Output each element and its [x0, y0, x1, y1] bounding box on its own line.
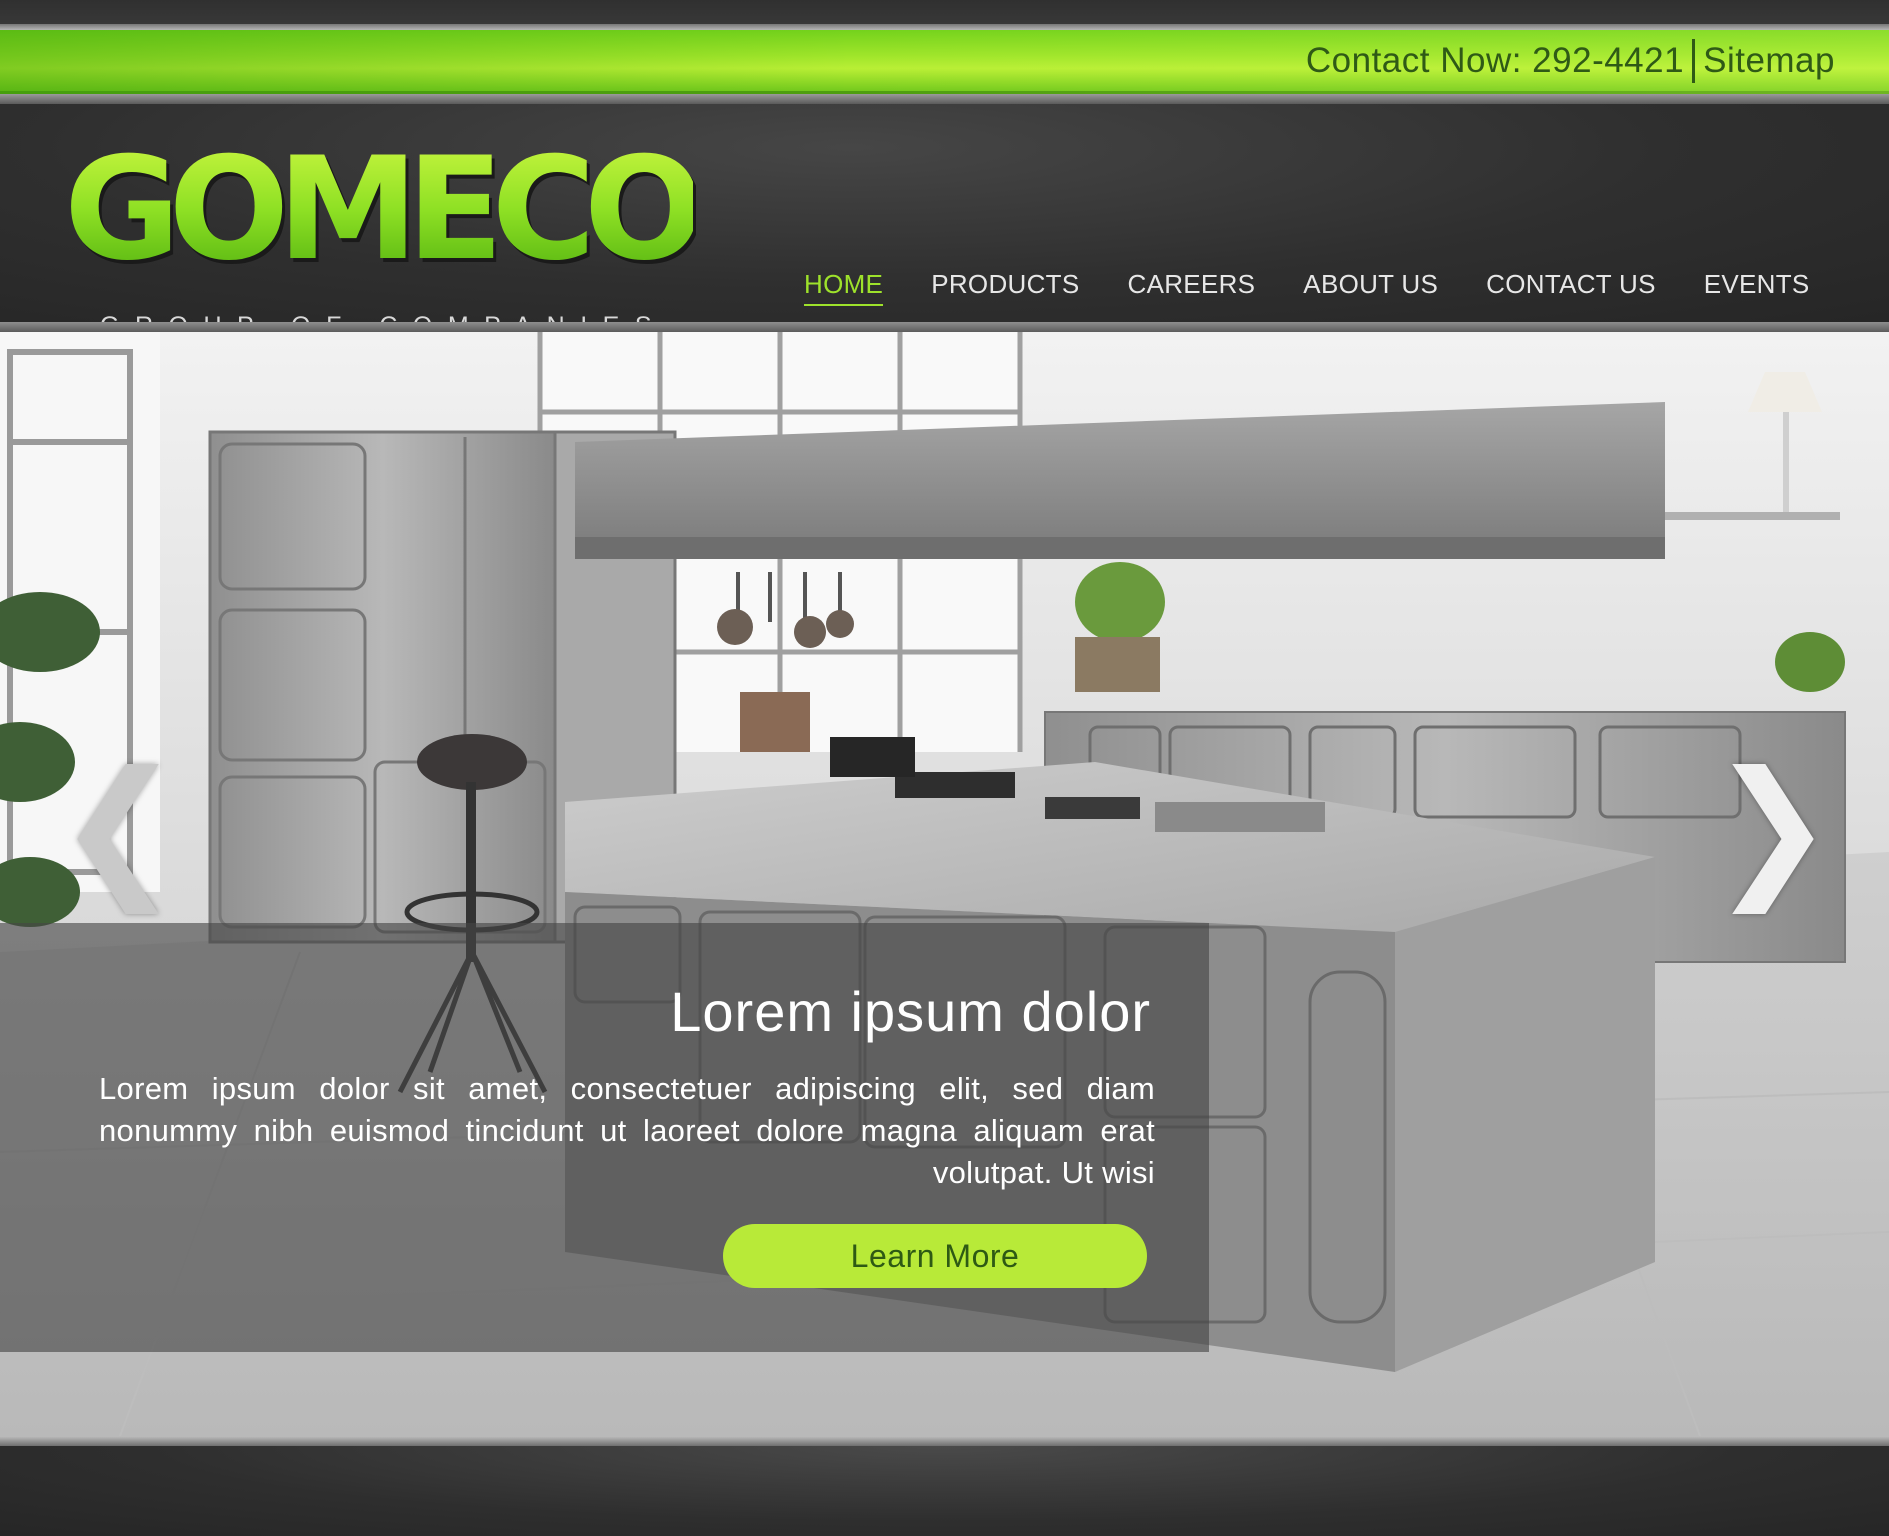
nav-item-home[interactable]: HOME: [804, 269, 884, 306]
contact-info: Contact Now: 292-4421 Sitemap: [1306, 39, 1835, 83]
nav-item-careers[interactable]: CAREERS: [1128, 269, 1256, 306]
top-strip: [0, 0, 1889, 30]
slide-caption: Lorem ipsum dolor Lorem ipsum dolor sit …: [0, 923, 1209, 1352]
sitemap-link[interactable]: Sitemap: [1703, 41, 1835, 81]
main-nav: HOME PRODUCTS CAREERS ABOUT US CONTACT U…: [804, 269, 1810, 306]
contact-phone[interactable]: Contact Now: 292-4421: [1306, 41, 1684, 81]
nav-item-products[interactable]: PRODUCTS: [931, 269, 1079, 306]
site-footer: [0, 1446, 1889, 1536]
contact-divider: [1692, 39, 1696, 83]
slide-text: Lorem ipsum dolor sit amet, consectetuer…: [99, 1071, 1155, 1190]
nav-item-events[interactable]: EVENTS: [1704, 269, 1810, 306]
slider-next-icon[interactable]: ❯: [1709, 752, 1835, 902]
nav-item-contact-us[interactable]: CONTACT US: [1486, 269, 1656, 306]
footer-divider: [0, 1436, 1889, 1446]
nav-item-about-us[interactable]: ABOUT US: [1303, 269, 1438, 306]
site-header: GOMECO GROUP OF COMPANIES HOME PRODUCTS …: [0, 104, 1889, 341]
slider-prev-icon[interactable]: ❮: [56, 752, 182, 902]
page: Contact Now: 292-4421 Sitemap GOMECO GRO…: [0, 0, 1889, 1536]
header-divider: [0, 322, 1889, 332]
contact-bar-edge: [0, 94, 1889, 104]
hero-slideshow: ❮ ❯ Lorem ipsum dolor Lorem ipsum dolor …: [0, 332, 1889, 1436]
logo[interactable]: GOMECO GROUP OF COMPANIES: [64, 139, 705, 341]
contact-bar: Contact Now: 292-4421 Sitemap: [0, 30, 1889, 94]
logo-wordmark: GOMECO: [64, 127, 705, 292]
slide-title: Lorem ipsum dolor: [670, 980, 1151, 1043]
learn-more-button[interactable]: Learn More: [723, 1224, 1147, 1288]
